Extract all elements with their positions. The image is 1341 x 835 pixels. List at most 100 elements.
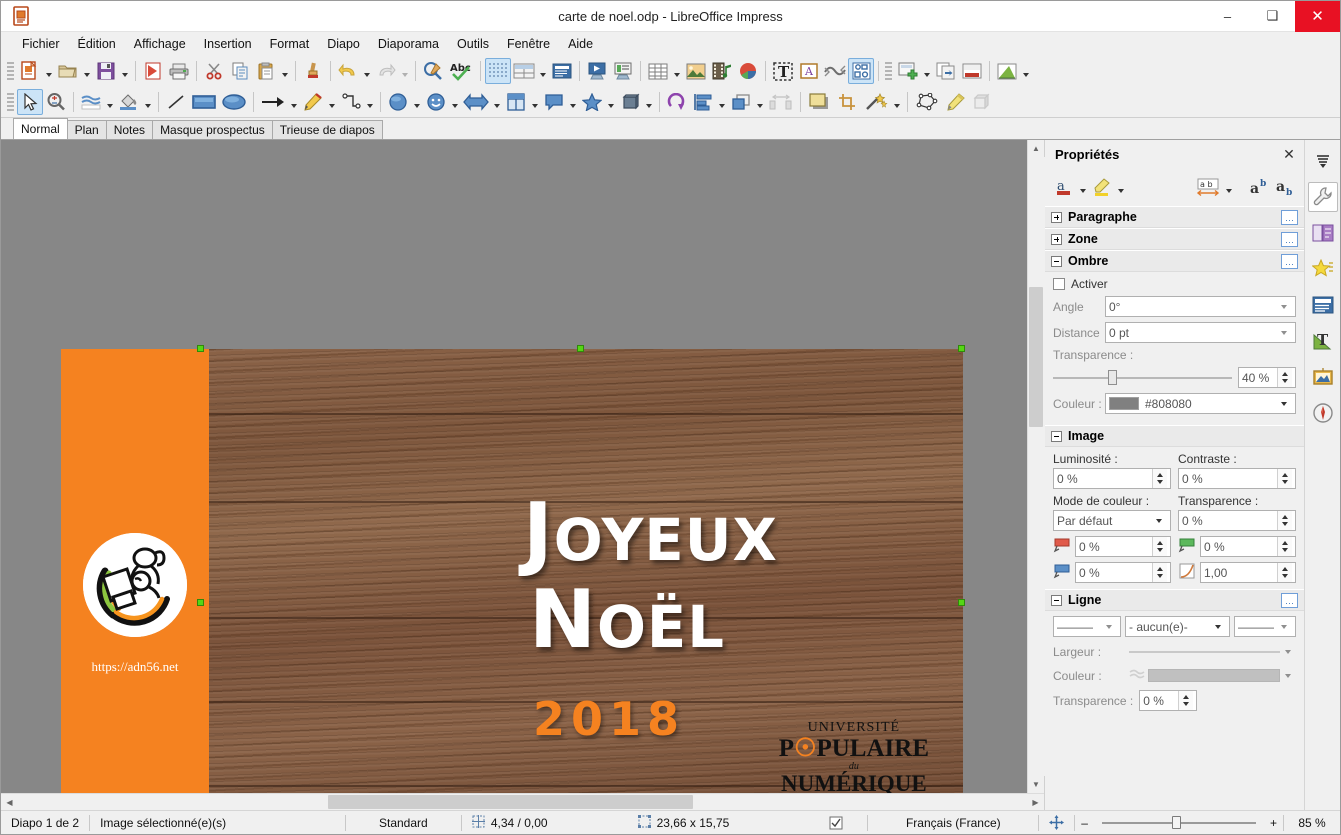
selection-handle[interactable] — [958, 599, 965, 606]
arrow-dropdown[interactable] — [288, 89, 300, 115]
line-color-dropdown[interactable] — [104, 89, 116, 115]
more-options-icon[interactable]: ⋯ — [1281, 231, 1298, 247]
panel-header-paragraphe[interactable]: Paragraphe ⋯ — [1045, 206, 1304, 228]
insert-table-icon[interactable] — [645, 58, 671, 84]
display-grid-icon[interactable] — [485, 58, 511, 84]
colormode-select[interactable]: Par défaut — [1053, 510, 1171, 531]
block-arrows-icon[interactable] — [461, 89, 491, 115]
points-edit-icon[interactable] — [912, 89, 942, 115]
chevron-down-icon[interactable] — [1101, 617, 1117, 636]
display-views-dropdown[interactable] — [537, 58, 549, 84]
insert-text-box-icon[interactable]: T — [770, 58, 796, 84]
contrast-input[interactable]: 0 % — [1178, 468, 1296, 489]
master-slide-design-dropdown[interactable] — [1020, 58, 1032, 84]
spinner-icon[interactable] — [1277, 563, 1292, 582]
chevron-down-icon[interactable] — [1276, 617, 1292, 636]
greeting-line-1[interactable]: JOYEUX — [523, 493, 778, 573]
toggle-extrusion-icon[interactable] — [968, 89, 994, 115]
open-folder-icon[interactable] — [55, 58, 81, 84]
line-ends-with-arrow-icon[interactable] — [258, 89, 288, 115]
filter-dropdown[interactable] — [891, 89, 903, 115]
open-dropdown[interactable] — [81, 58, 93, 84]
flowchart-dropdown[interactable] — [529, 89, 541, 115]
line-width-dropdown[interactable] — [1280, 642, 1296, 661]
toolbar-grip[interactable] — [7, 60, 14, 82]
toolbar-grip[interactable] — [885, 60, 892, 82]
chevron-down-icon[interactable] — [1210, 617, 1226, 636]
new-document-dropdown[interactable] — [43, 58, 55, 84]
vertical-scroll-track[interactable] — [1027, 157, 1045, 776]
connector-dropdown[interactable] — [364, 89, 376, 115]
master-slide-design-icon[interactable] — [994, 58, 1020, 84]
insert-chart-icon[interactable] — [735, 58, 761, 84]
menu-affichage[interactable]: Affichage — [125, 35, 195, 53]
arrange-dropdown[interactable] — [754, 89, 766, 115]
tab-plan[interactable]: Plan — [66, 120, 107, 139]
character-spacing-icon[interactable]: a b — [1193, 174, 1223, 200]
shadow-color-picker[interactable]: #808080 — [1105, 393, 1296, 414]
menu-fenetre[interactable]: Fenêtre — [498, 35, 559, 53]
stars-shapes-icon[interactable] — [579, 89, 605, 115]
ellipse-icon[interactable] — [219, 89, 249, 115]
spinner-icon[interactable] — [1277, 469, 1292, 488]
callout-dropdown[interactable] — [567, 89, 579, 115]
tab-notes[interactable]: Notes — [105, 120, 154, 139]
blue-input[interactable]: 0 % — [1075, 562, 1171, 583]
insert-table-dropdown[interactable] — [671, 58, 683, 84]
document-modified-icon[interactable] — [819, 811, 853, 835]
undo-icon[interactable] — [335, 58, 361, 84]
shadow-angle-input[interactable]: 0° — [1105, 296, 1296, 317]
curve-dropdown[interactable] — [326, 89, 338, 115]
basic-shapes-dropdown[interactable] — [411, 89, 423, 115]
export-pdf-icon[interactable] — [140, 58, 166, 84]
selection-handle[interactable] — [577, 345, 584, 352]
gamma-input[interactable]: 1,00 — [1200, 562, 1296, 583]
menu-edition[interactable]: Édition — [69, 35, 125, 53]
chevron-down-icon[interactable] — [1276, 323, 1292, 342]
animation-star-icon[interactable] — [1308, 254, 1338, 284]
subscript-icon[interactable]: ab — [1272, 174, 1298, 200]
align-dropdown[interactable] — [716, 89, 728, 115]
gallery-icon[interactable] — [1308, 362, 1338, 392]
maximize-button[interactable]: ❑ — [1250, 1, 1295, 32]
paste-dropdown[interactable] — [279, 58, 291, 84]
red-input[interactable]: 0 % — [1075, 536, 1171, 557]
arrange-objects-icon[interactable] — [728, 89, 754, 115]
zoom-level[interactable]: 85 % — [1284, 811, 1340, 835]
green-input[interactable]: 0 % — [1200, 536, 1296, 557]
symbol-shapes-smiley-icon[interactable] — [423, 89, 449, 115]
close-icon[interactable]: ✕ — [1280, 146, 1298, 163]
duplicate-slide-icon[interactable] — [933, 58, 959, 84]
collapse-icon[interactable] — [1051, 430, 1062, 442]
font-color-dropdown[interactable] — [1077, 174, 1089, 200]
selection-handle[interactable] — [958, 345, 965, 352]
chevron-down-icon[interactable] — [1276, 297, 1292, 316]
menu-aide[interactable]: Aide — [559, 35, 602, 53]
expand-icon[interactable] — [1051, 233, 1062, 245]
collapse-icon[interactable] — [1051, 255, 1062, 267]
menu-outils[interactable]: Outils — [448, 35, 498, 53]
crop-image-icon[interactable] — [835, 89, 861, 115]
upn-damgan-logo[interactable]: UNIVERSITÉ P☉PULAIRE du NUMÉRIQUE de DAM… — [779, 720, 929, 793]
panel-header-ombre[interactable]: Ombre ⋯ — [1045, 250, 1304, 272]
language-status[interactable]: Français (France) — [868, 811, 1038, 835]
rectangle-icon[interactable] — [189, 89, 219, 115]
undo-dropdown[interactable] — [361, 58, 373, 84]
shadow-transparency-input[interactable]: 40 % — [1238, 367, 1296, 388]
select-arrow-icon[interactable] — [17, 89, 43, 115]
horizontal-scroll-thumb[interactable] — [328, 794, 693, 809]
more-options-icon[interactable]: ⋯ — [1281, 253, 1298, 269]
zoom-slider-knob[interactable] — [1171, 816, 1181, 829]
block-arrows-dropdown[interactable] — [491, 89, 503, 115]
vertical-scrollbar[interactable]: ▲ ▼ — [1027, 140, 1045, 793]
properties-wrench-icon[interactable] — [1307, 182, 1338, 212]
line-transparency-input[interactable]: 0 % — [1139, 690, 1198, 711]
highlighting-dropdown[interactable] — [1115, 174, 1127, 200]
stars-dropdown[interactable] — [605, 89, 617, 115]
spinner-icon[interactable] — [1277, 511, 1292, 530]
display-views-icon[interactable] — [511, 58, 537, 84]
start-slideshow-icon[interactable] — [584, 58, 610, 84]
line-color-icon[interactable] — [78, 89, 104, 115]
menu-fichier[interactable]: Fichier — [13, 35, 69, 53]
menu-format[interactable]: Format — [261, 35, 319, 53]
